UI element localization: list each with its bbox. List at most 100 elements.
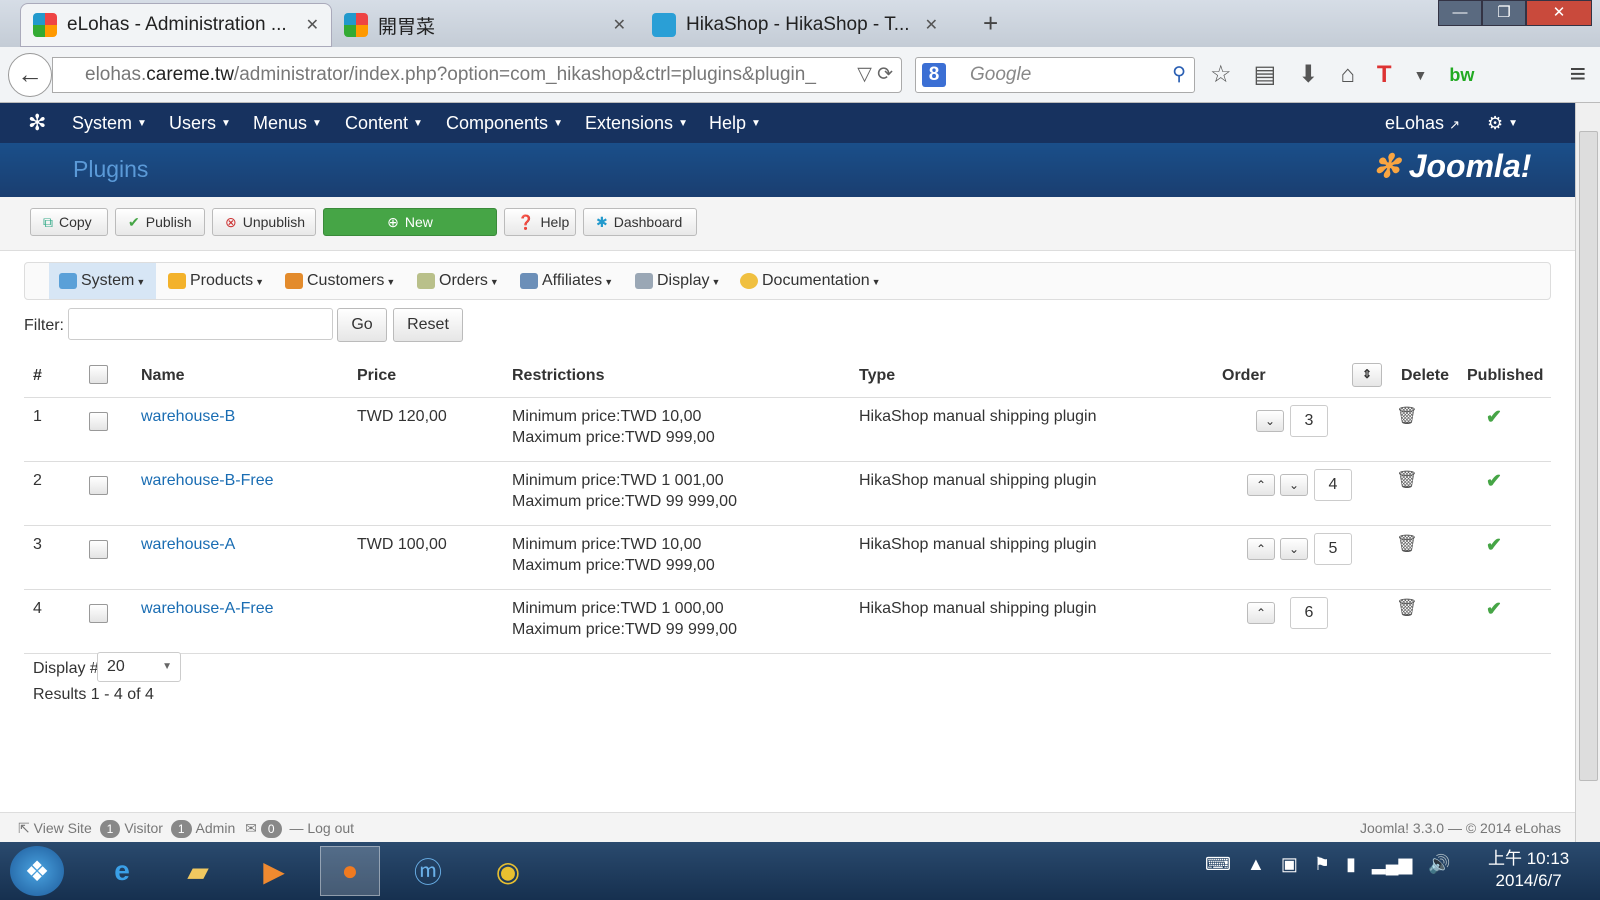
search-input[interactable]: 8 Google ⚲ — [915, 57, 1195, 93]
save-order-button[interactable]: ⇕ — [1352, 363, 1382, 387]
hs-menu-affiliates[interactable]: Affiliates ▼ — [510, 263, 623, 299]
chrome-icon[interactable]: ◉ — [478, 846, 538, 896]
minimize-icon[interactable]: — — [1438, 0, 1482, 26]
google-icon[interactable]: 8 — [922, 63, 946, 87]
hs-menu-documentation[interactable]: Documentation ▼ — [730, 263, 891, 299]
translate-t-icon[interactable]: T — [1377, 57, 1392, 93]
hs-menu-orders[interactable]: Orders ▼ — [407, 263, 509, 299]
nav-menus[interactable]: Menus ▼ — [253, 103, 322, 144]
publish-button[interactable]: ✔ Publish — [115, 208, 205, 236]
nav-components[interactable]: Components ▼ — [446, 103, 563, 144]
order-input[interactable]: 6 — [1290, 597, 1328, 629]
display-count-select[interactable]: 20 ▼ — [97, 652, 181, 682]
select-all-checkbox[interactable] — [89, 365, 108, 384]
browser-tab-appetizer[interactable]: 開胃菜 ✕ — [332, 3, 638, 47]
trash-icon[interactable]: 🗑 — [1396, 534, 1418, 554]
move-up-button[interactable]: ⌃ — [1247, 474, 1275, 496]
hs-menu-system[interactable]: System ▼ — [49, 263, 156, 299]
copy-button[interactable]: ⧉ Copy — [30, 208, 108, 236]
tray-expand-icon[interactable]: ▲ — [1247, 854, 1265, 875]
order-input[interactable]: 5 — [1314, 533, 1352, 565]
plugin-name-link[interactable]: warehouse-B-Free — [141, 472, 274, 490]
published-check-icon[interactable]: ✔ — [1486, 534, 1502, 557]
media-player-icon[interactable]: ▶ — [244, 846, 304, 896]
browser-tab-hikashop[interactable]: HikaShop - HikaShop - T... ✕ — [640, 3, 950, 47]
close-tab-icon[interactable]: ✕ — [306, 15, 319, 35]
app-m-icon[interactable]: ⓜ — [398, 846, 458, 896]
logout-link[interactable]: — Log out — [289, 820, 354, 836]
nav-extensions[interactable]: Extensions ▼ — [585, 103, 688, 144]
move-down-button[interactable]: ⌄ — [1256, 410, 1284, 432]
trash-icon[interactable]: 🗑 — [1396, 598, 1418, 618]
envelope-icon[interactable]: ✉ — [245, 820, 257, 836]
app-tray-icon[interactable]: ▣ — [1281, 854, 1298, 875]
row-checkbox[interactable] — [89, 476, 108, 495]
published-check-icon[interactable]: ✔ — [1486, 406, 1502, 429]
plugin-name-link[interactable]: warehouse-A — [141, 536, 235, 554]
system-clock[interactable]: 上午 10:13 2014/6/7 — [1488, 848, 1569, 892]
bookmark-star-icon[interactable]: ☆ — [1210, 57, 1232, 93]
search-icon[interactable]: ⚲ — [1172, 58, 1186, 92]
help-button[interactable]: ❓ Help — [504, 208, 576, 236]
col-price[interactable]: Price — [357, 367, 396, 385]
col-type[interactable]: Type — [859, 367, 895, 385]
published-check-icon[interactable]: ✔ — [1486, 470, 1502, 493]
trash-icon[interactable]: 🗑 — [1396, 470, 1418, 490]
reading-list-icon[interactable]: ▤ — [1254, 57, 1277, 93]
new-tab-button[interactable]: + — [983, 8, 998, 39]
close-tab-icon[interactable]: ✕ — [925, 15, 938, 35]
order-input[interactable]: 4 — [1314, 469, 1352, 501]
battery-icon[interactable]: ▮ — [1346, 854, 1356, 875]
dashboard-button[interactable]: ✱ Dashboard — [583, 208, 697, 236]
filter-input[interactable] — [68, 308, 333, 340]
go-button[interactable]: Go — [337, 308, 387, 342]
addon-bw-icon[interactable]: bw — [1449, 57, 1474, 93]
start-button-icon[interactable]: ❖ — [10, 846, 64, 896]
move-down-button[interactable]: ⌄ — [1280, 474, 1308, 496]
view-site-link[interactable]: ⇱ View Site — [18, 820, 92, 836]
col-published[interactable]: Published — [1467, 367, 1543, 385]
site-link-elohas[interactable]: eLohas ↗ — [1385, 103, 1460, 145]
flag-icon[interactable]: ⚑ — [1314, 854, 1330, 875]
signal-icon[interactable]: ▂▄▆ — [1372, 854, 1412, 875]
joomla-logo-icon[interactable]: ✻ — [28, 103, 46, 143]
message-count-badge[interactable]: 0 — [260, 820, 282, 838]
nav-users[interactable]: Users ▼ — [169, 103, 231, 144]
page-scrollbar[interactable] — [1575, 103, 1600, 842]
new-button[interactable]: ⊕ New — [323, 208, 497, 236]
reset-button[interactable]: Reset — [393, 308, 463, 342]
back-arrow-icon[interactable]: ← — [8, 53, 52, 97]
col-order[interactable]: Order — [1222, 367, 1266, 385]
plugin-name-link[interactable]: warehouse-B — [141, 408, 235, 426]
file-explorer-icon[interactable]: ▰ — [168, 846, 228, 896]
close-tab-icon[interactable]: ✕ — [613, 15, 626, 35]
scrollbar-thumb[interactable] — [1579, 131, 1598, 781]
internet-explorer-icon[interactable]: e — [92, 846, 152, 896]
maximize-icon[interactable]: ❐ — [1482, 0, 1526, 26]
move-up-button[interactable]: ⌃ — [1247, 602, 1275, 624]
dropdown-arrow-icon[interactable]: ▼ — [1413, 57, 1427, 93]
plugin-name-link[interactable]: warehouse-A-Free — [141, 600, 274, 618]
firefox-icon[interactable]: ● — [320, 846, 380, 896]
nav-content[interactable]: Content ▼ — [345, 103, 423, 144]
move-up-button[interactable]: ⌃ — [1247, 538, 1275, 560]
browser-tab-elohas[interactable]: eLohas - Administration ... ✕ — [20, 3, 332, 47]
hs-menu-customers[interactable]: Customers ▼ — [275, 263, 405, 299]
row-checkbox[interactable] — [89, 412, 108, 431]
url-bar[interactable]: elohas.careme.tw/administrator/index.php… — [52, 57, 902, 93]
trash-icon[interactable]: 🗑 — [1396, 406, 1418, 426]
published-check-icon[interactable]: ✔ — [1486, 598, 1502, 621]
settings-gear-icon[interactable]: ⚙ ▼ — [1487, 103, 1518, 144]
download-icon[interactable]: ⬇ — [1298, 57, 1318, 93]
col-name[interactable]: Name — [141, 367, 185, 385]
close-window-icon[interactable]: ✕ — [1526, 0, 1592, 26]
nav-help[interactable]: Help ▼ — [709, 103, 761, 144]
hs-menu-products[interactable]: Products ▼ — [158, 263, 274, 299]
volume-icon[interactable]: 🔊 — [1428, 854, 1450, 875]
unpublish-button[interactable]: ⊗ Unpublish — [212, 208, 316, 236]
hs-menu-display[interactable]: Display ▼ — [625, 263, 730, 299]
keyboard-icon[interactable]: ⌨ — [1205, 854, 1231, 875]
order-input[interactable]: 3 — [1290, 405, 1328, 437]
nav-system[interactable]: System ▼ — [72, 103, 147, 144]
row-checkbox[interactable] — [89, 540, 108, 559]
